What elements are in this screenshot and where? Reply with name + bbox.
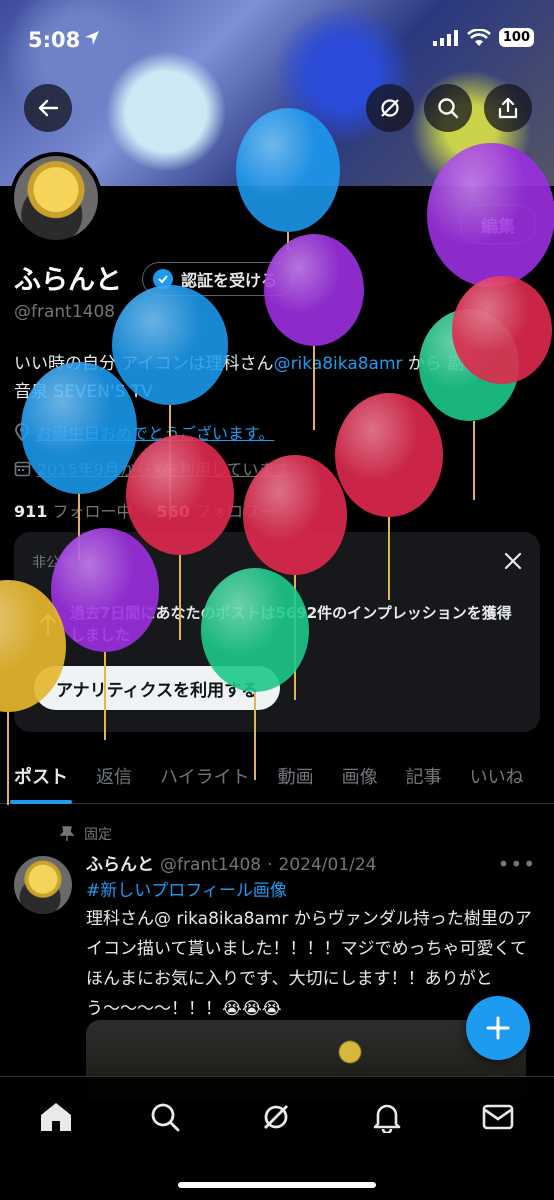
pinned-label: 固定 xyxy=(84,827,112,843)
bio-text-cont: から 副 xyxy=(402,354,465,374)
profile-tabs: ポスト 返信 ハイライト 動画 画像 記事 いいね xyxy=(0,748,554,804)
compose-button[interactable] xyxy=(466,996,530,1060)
close-card-button[interactable] xyxy=(504,548,522,576)
followers-link[interactable]: 560 フォロワー xyxy=(157,498,276,522)
profile-avatar[interactable] xyxy=(10,152,102,244)
grok-button[interactable] xyxy=(366,84,414,132)
post-date: 2024/01/24 xyxy=(278,855,377,875)
profile-bio: いい時の自分 アイコンは理科さん@rika8ika8amr から 副 音泉 SE… xyxy=(14,350,544,406)
calendar-icon xyxy=(14,461,31,476)
profile-handle: @frant1408 xyxy=(14,302,116,322)
close-icon xyxy=(504,552,522,570)
cellular-signal-icon xyxy=(432,29,458,46)
tab-highlights[interactable]: ハイライト xyxy=(146,748,264,804)
home-icon xyxy=(41,1103,71,1131)
bottom-navigation xyxy=(0,1076,554,1200)
tab-images[interactable]: 画像 xyxy=(328,748,392,804)
private-label: 非公開 xyxy=(32,555,74,571)
status-indicators: 100 xyxy=(432,28,534,47)
post-text: 理科さん@ rika8ika8amr からヴァンダル持った樹里のアイコン描いて貰… xyxy=(86,909,532,1019)
bio-text-line2: 音泉 SEVEN'S TV xyxy=(14,382,153,402)
notifications-icon xyxy=(373,1104,401,1133)
joined-date: 2015年9月からXを利用しています xyxy=(37,460,291,479)
impressions-text: 過去7日間にあなたのポストは5692件のインプレッションを獲得しました xyxy=(70,604,512,644)
pinned-indicator: 固定 xyxy=(60,824,112,844)
tab-posts[interactable]: ポスト xyxy=(0,748,82,804)
get-verified-label: 認証を受ける xyxy=(181,271,278,290)
share-button[interactable] xyxy=(484,84,532,132)
post-header: ふらんと @frant1408 · 2024/01/24 xyxy=(86,850,377,875)
battery-indicator: 100 xyxy=(498,28,534,47)
search-icon xyxy=(151,1103,180,1132)
nav-home[interactable] xyxy=(36,1097,76,1137)
post-separator: · xyxy=(267,855,273,875)
post-author-handle: @frant1408 xyxy=(160,855,262,875)
nav-notifications[interactable] xyxy=(367,1097,407,1137)
home-indicator xyxy=(178,1182,376,1188)
grok-icon xyxy=(381,99,399,117)
birthday-link[interactable]: お誕生日おめでとうございます。 xyxy=(36,420,274,444)
joined-row: 2015年9月からXを利用しています xyxy=(14,456,290,480)
tab-articles[interactable]: 記事 xyxy=(392,748,456,804)
verified-badge-icon xyxy=(153,269,173,289)
compose-icon xyxy=(486,1016,510,1040)
nav-search[interactable] xyxy=(145,1097,185,1137)
tab-videos[interactable]: 動画 xyxy=(264,748,328,804)
post-hashtag[interactable]: #新しいプロフィール画像 xyxy=(86,876,287,901)
post-avatar[interactable] xyxy=(14,856,72,914)
messages-icon xyxy=(482,1104,514,1130)
share-icon xyxy=(498,97,518,119)
post-more-button[interactable]: ••• xyxy=(498,852,536,876)
analytics-card: 非公開 過去7日間にあなたのポストは5692件のインプレッションを獲得しました … xyxy=(14,532,540,732)
following-link[interactable]: 911 フォロー中 xyxy=(14,498,133,522)
wifi-icon xyxy=(466,28,491,46)
location-arrow-icon xyxy=(85,31,99,45)
display-name: ふらんと xyxy=(14,265,122,296)
grok-icon xyxy=(264,1105,288,1129)
bio-text: いい時の自分 アイコンは理科さん xyxy=(14,354,274,374)
back-button[interactable] xyxy=(24,84,72,132)
birthday-row: お誕生日おめでとうございます。 xyxy=(14,420,274,444)
post-author-name[interactable]: ふらんと xyxy=(86,850,154,875)
location-pin-icon xyxy=(15,423,29,441)
status-time: 5:08 xyxy=(28,28,81,52)
search-button[interactable] xyxy=(424,84,472,132)
trend-up-icon xyxy=(39,613,57,636)
tab-replies[interactable]: 返信 xyxy=(82,748,146,804)
back-icon xyxy=(38,99,59,117)
nav-messages[interactable] xyxy=(478,1097,518,1137)
get-verified-button[interactable]: 認証を受ける xyxy=(142,262,295,296)
nav-grok[interactable] xyxy=(256,1097,296,1137)
analytics-button[interactable]: アナリティクスを利用する xyxy=(34,666,281,710)
search-icon xyxy=(438,98,459,119)
pin-icon xyxy=(60,826,74,841)
tab-likes[interactable]: いいね xyxy=(456,748,538,804)
status-bar: 5:08 100 xyxy=(0,0,554,80)
edit-profile-button[interactable]: 編集 xyxy=(460,204,536,244)
follow-stats: 911 フォロー中 560 フォロワー xyxy=(14,498,275,522)
bio-mention-link[interactable]: @rika8ika8amr xyxy=(274,354,403,374)
